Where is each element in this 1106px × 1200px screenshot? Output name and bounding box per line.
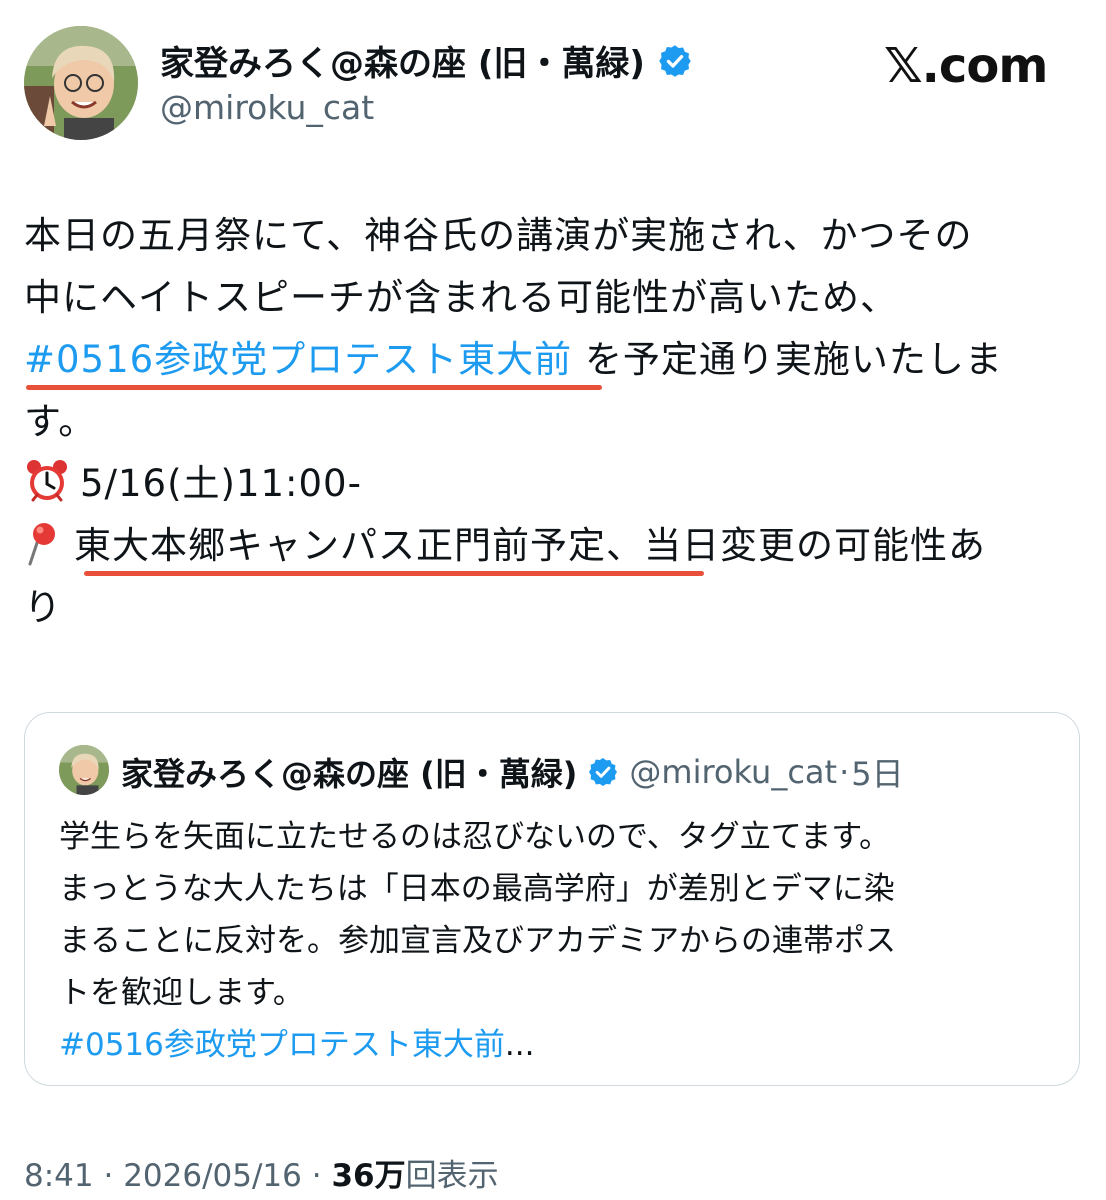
post-meta: 8:41 · 2026/05/16 · 36万回表示 (24, 1150, 499, 1195)
view-count: 36万 (331, 1158, 406, 1194)
author-display-name[interactable]: 家登みろく@森の座 (旧・萬緑) (160, 36, 645, 85)
alarm-clock-icon (24, 458, 70, 504)
author-handle[interactable]: @miroku_cat (160, 88, 374, 127)
hashtag-link[interactable]: #0516参政党プロテスト東大前 (24, 338, 572, 381)
meta-separator: · (93, 1158, 124, 1194)
quoted-line: まることに反対を。参加宣言及びアカデミアからの連帯ポス (59, 923, 896, 959)
quoted-header: 家登みろく@森の座 (旧・萬緑) @miroku_cat · 5日 (121, 749, 904, 795)
view-count-label: 回表示 (405, 1158, 499, 1194)
quoted-hashtag-link[interactable]: #0516参政党プロテスト東大前 (59, 1027, 505, 1063)
round-pushpin-icon (24, 520, 64, 566)
red-underline-annotation (26, 385, 602, 390)
quoted-hashtag-line: #0516参政党プロテスト東大前... (59, 1019, 1049, 1071)
quoted-post-card[interactable]: 家登みろく@森の座 (旧・萬緑) @miroku_cat · 5日 学生らを矢面に立… (24, 712, 1080, 1086)
post-line-with-hashtag: #0516参政党プロテスト東大前 を予定通り実施いたしま (24, 329, 1084, 391)
quoted-line: トを歓迎します。 (59, 975, 304, 1011)
post-line-tail: を予定通り実施いたしま (584, 338, 1003, 381)
location-note: 当日変更の可能性あ (644, 524, 986, 567)
author-name-row[interactable]: 家登みろく@森の座 (旧・萬緑) (160, 36, 693, 85)
post-line-location: 東大本郷キャンパス正門前予定、当日変更の可能性あ (24, 515, 1084, 577)
event-location: 東大本郷キャンパス正門前予定、 (74, 524, 644, 567)
event-datetime: 5/16(土)11:00- (80, 462, 362, 505)
quoted-line: 学生らを矢面に立たせるのは忍びないので、タグ立てます。 (59, 819, 891, 855)
post-date[interactable]: 2026/05/16 (123, 1158, 302, 1194)
author-avatar[interactable] (24, 26, 138, 140)
post-line: 本日の五月祭にて、神谷氏の講演が実施され、かつその (24, 214, 973, 257)
meta-separator: · (301, 1158, 332, 1194)
post-line: 中にヘイトスピーチが含まれる可能性が高いため、 (24, 276, 898, 319)
post-body: 本日の五月祭にて、神谷氏の講演が実施され、かつその 中にヘイトスピーチが含まれる… (24, 205, 1084, 639)
post-line: す。 (24, 400, 97, 443)
quoted-separator: · (839, 753, 850, 791)
truncation-ellipsis: ... (504, 1027, 535, 1063)
post-time[interactable]: 8:41 (24, 1158, 94, 1194)
red-underline-annotation (84, 571, 704, 576)
x-com-logo: 𝕏.com (884, 38, 1048, 94)
quoted-body: 学生らを矢面に立たせるのは忍びないので、タグ立てます。 まっとうな大人たちは「日… (59, 811, 1049, 1071)
verified-badge-icon (657, 43, 693, 79)
quoted-display-name: 家登みろく@森の座 (旧・萬緑) (121, 755, 578, 793)
post-line: り (24, 586, 62, 629)
post-line-datetime: 5/16(土)11:00- (24, 453, 1084, 515)
quoted-author-avatar (59, 745, 109, 795)
quoted-line: まっとうな大人たちは「日本の最高学府」が差別とデマに染 (59, 871, 895, 907)
quoted-age: 5日 (851, 755, 904, 793)
quoted-handle: @miroku_cat (629, 753, 838, 791)
verified-badge-icon (587, 756, 619, 788)
